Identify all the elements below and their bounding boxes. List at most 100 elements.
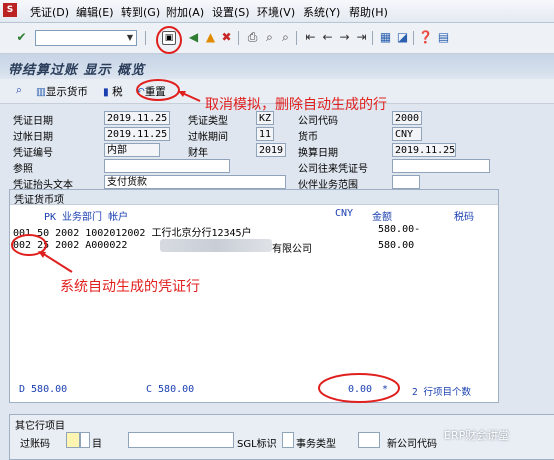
separator	[413, 31, 414, 45]
reference-label: 参照	[13, 164, 33, 175]
annotation-middle: 系统自动生成的凭证行	[60, 279, 200, 295]
separator	[145, 31, 146, 45]
tax-button[interactable]: ▮ 税	[103, 84, 123, 99]
translation-date-field[interactable]: 2019.11.25	[392, 143, 456, 157]
chevron-down-icon[interactable]: ▼	[124, 31, 136, 45]
sgl-field[interactable]	[282, 432, 294, 448]
posting-period-label: 过帐期间	[188, 132, 228, 143]
doc-date-label: 凭证日期	[13, 116, 53, 127]
posting-date-field[interactable]: 2019.11.25	[104, 127, 170, 141]
translation-date-label: 换算日期	[298, 148, 338, 159]
group-header: 凭证货币项	[10, 190, 498, 206]
col-currency: CNY	[335, 208, 354, 219]
separator	[296, 31, 297, 45]
row-text-suffix: 有限公司	[272, 244, 312, 255]
reset-icon: ↶	[136, 86, 145, 98]
account-input[interactable]	[128, 432, 234, 448]
item-count: 2 行项目个数	[412, 387, 471, 398]
last-page-icon[interactable]: ⇥	[354, 30, 369, 45]
find-icon[interactable]: ⌕	[262, 30, 277, 45]
exit-icon[interactable]: ▲	[203, 30, 218, 45]
posting-date-label: 过帐日期	[13, 132, 53, 143]
command-field[interactable]: ▼	[35, 30, 137, 46]
overview-icon[interactable]: ⌕	[16, 84, 22, 97]
document-items-group: 凭证货币项 PK 业务部门 帐户 CNY 金额 税码 001 50 2002 1…	[9, 189, 499, 403]
cross-company-label: 公司往来凭证号	[298, 164, 368, 175]
next-page-icon[interactable]: →	[337, 30, 352, 45]
balance-value: 0.00	[348, 384, 373, 395]
group-title: 其它行项目	[15, 421, 65, 432]
cross-company-field[interactable]	[392, 159, 490, 173]
credit-total: C 580.00	[146, 384, 195, 395]
transaction-type-label: 事务类型	[296, 439, 336, 450]
balance-status: *	[382, 384, 389, 395]
standard-toolbar: ✔ ▼ ▣ ◀ ▲ ✖ ⎙ ⌕ ⌕ ⇤ ← → ⇥ ▦ ◪ ❓ ▤	[0, 23, 554, 54]
company-code-label: 公司代码	[298, 116, 338, 127]
company-code-field[interactable]: 2000	[392, 111, 422, 125]
watermark: ERP财会讲堂	[444, 429, 510, 442]
new-company-code-label: 新公司代码	[387, 439, 437, 450]
account-suffix: 目	[92, 439, 102, 450]
row-text: 001 50 2002 1002012002 工行北京分行12345户	[13, 228, 252, 239]
menu-document[interactable]: 凭证(D)	[30, 4, 69, 20]
menu-goto[interactable]: 转到(G)	[121, 4, 160, 20]
row-amount: 580.00	[378, 240, 415, 251]
doc-number-label: 凭证编号	[13, 148, 53, 159]
row-text: 002 25 2002 A000022	[13, 240, 128, 251]
reset-button[interactable]: ↶重置	[136, 84, 166, 99]
title-bar: 带结算过账 显示 概览	[0, 54, 554, 78]
print-icon[interactable]: ⎙	[245, 30, 260, 45]
sgl-label: SGL标识	[237, 439, 277, 450]
previous-page-icon[interactable]: ←	[320, 30, 335, 45]
save-icon[interactable]: ▣	[162, 31, 176, 45]
col-tax-code: 税码	[454, 212, 474, 223]
tax-label: 税	[112, 86, 123, 98]
menu-environment[interactable]: 环境(V)	[257, 4, 295, 20]
menu-settings[interactable]: 设置(S)	[212, 4, 250, 20]
posting-key-label: 过账码	[20, 439, 50, 450]
menu-extras[interactable]: 附加(A)	[166, 4, 204, 20]
group-title: 凭证货币项	[14, 195, 64, 206]
separator	[372, 31, 373, 45]
cancel-icon[interactable]: ✖	[219, 30, 234, 45]
help-icon[interactable]: ❓	[418, 30, 433, 45]
redacted-name	[160, 239, 272, 252]
transaction-type-field[interactable]	[358, 432, 380, 448]
fiscal-year-label: 财年	[188, 148, 208, 159]
enter-check-icon[interactable]: ✔	[14, 30, 29, 45]
page-title: 带结算过账 显示 概览	[8, 63, 146, 78]
row-amount: 580.00-	[378, 224, 421, 235]
layout-menu-icon[interactable]: ▤	[436, 30, 451, 45]
menu-system[interactable]: 系统(Y)	[303, 4, 340, 20]
new-session-icon[interactable]: ▦	[378, 30, 393, 45]
find-next-icon[interactable]: ⌕	[278, 30, 293, 45]
posting-key-field[interactable]	[66, 432, 80, 448]
back-icon[interactable]: ◀	[186, 30, 201, 45]
account-field[interactable]	[80, 432, 90, 448]
currency-label: 货币	[298, 132, 318, 143]
doc-date-field[interactable]: 2019.11.25	[104, 111, 170, 125]
partner-area-field[interactable]	[392, 175, 420, 189]
separator	[238, 31, 239, 45]
debit-total: D 580.00	[19, 384, 68, 395]
display-currency-button[interactable]: ▥显示货币	[36, 84, 88, 99]
doc-number-field[interactable]: 内部	[104, 143, 160, 157]
display-currency-label: 显示货币	[45, 86, 88, 98]
reset-label: 重置	[144, 86, 166, 98]
sap-logo-icon[interactable]: S	[3, 3, 17, 17]
col-pk-dept-account: PK 业务部门 帐户	[44, 212, 129, 223]
menu-bar: S 凭证(D) 编辑(E) 转到(G) 附加(A) 设置(S) 环境(V) 系统…	[0, 0, 554, 23]
menu-help[interactable]: 帮助(H)	[349, 4, 388, 20]
first-page-icon[interactable]: ⇤	[303, 30, 318, 45]
doc-type-label: 凭证类型	[188, 116, 228, 127]
header-text-field[interactable]: 支付货款	[104, 175, 286, 189]
shortcut-icon[interactable]: ◪	[395, 30, 410, 45]
reference-field[interactable]	[104, 159, 230, 173]
currency-icon: ▥	[36, 86, 46, 98]
col-amount: 金额	[372, 212, 392, 223]
posting-period-field[interactable]: 11	[256, 127, 274, 141]
fiscal-year-field[interactable]: 2019	[256, 143, 286, 157]
currency-field[interactable]: CNY	[392, 127, 422, 141]
menu-edit[interactable]: 编辑(E)	[76, 4, 114, 20]
tax-icon: ▮	[103, 86, 109, 98]
